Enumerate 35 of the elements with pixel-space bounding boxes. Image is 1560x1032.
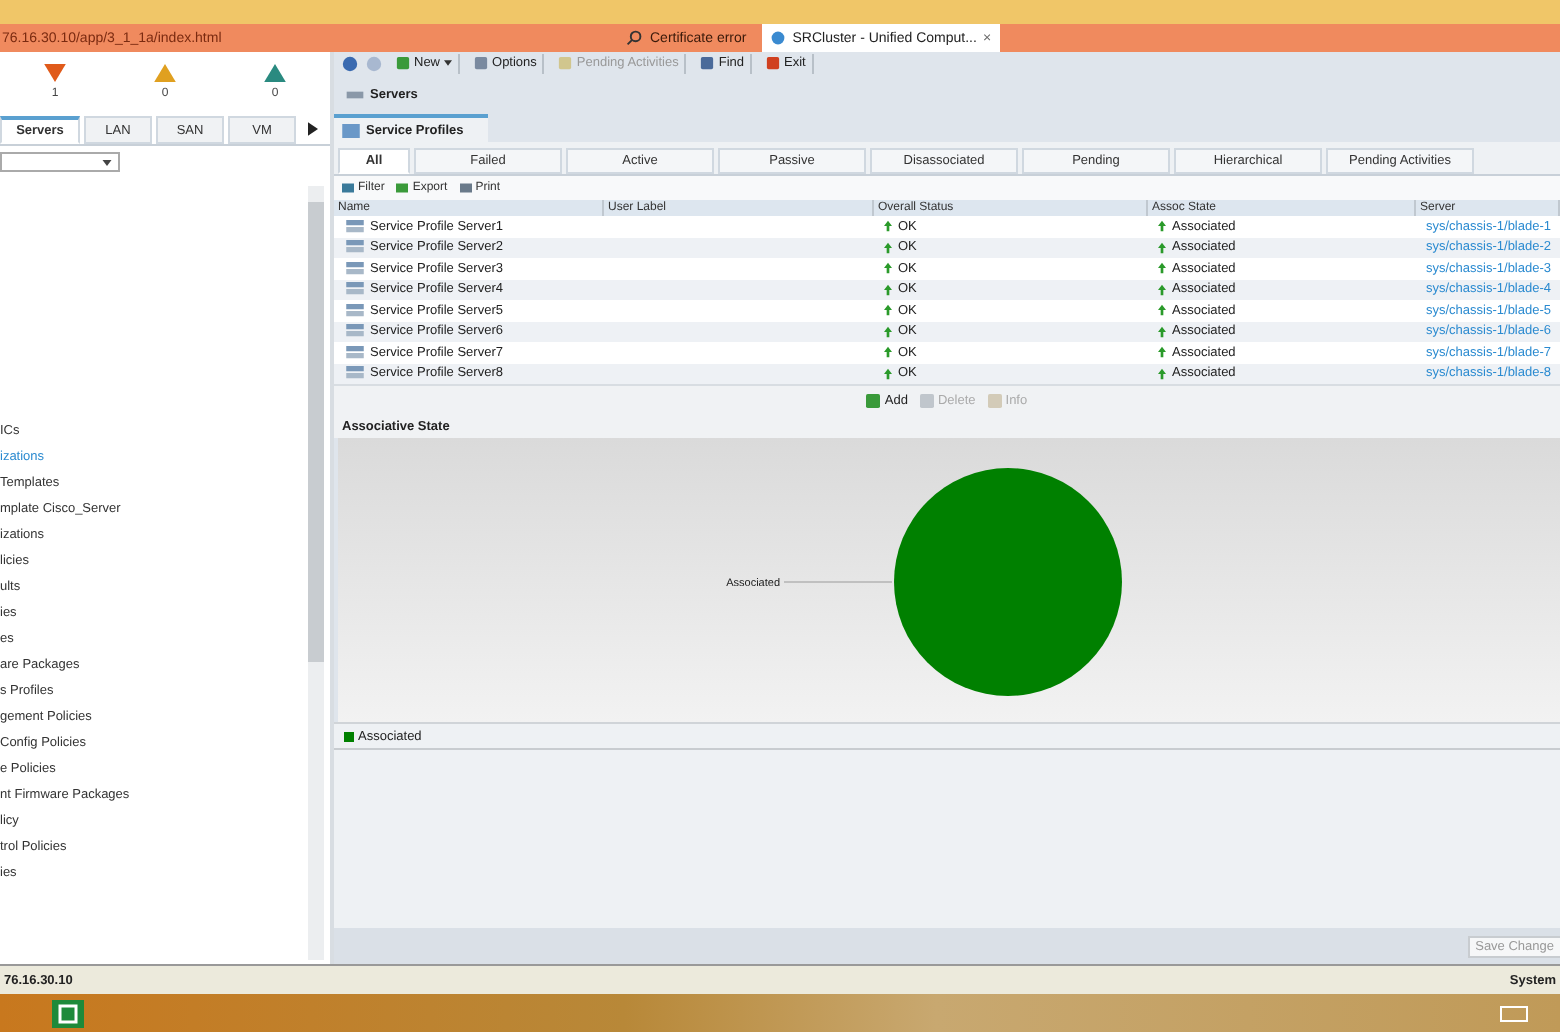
leader-line xyxy=(782,581,892,583)
search-icon[interactable] xyxy=(626,30,642,46)
toolbar-icon xyxy=(396,56,410,70)
row-action-icon xyxy=(866,394,881,408)
app-icon[interactable] xyxy=(52,999,84,1027)
globe-icon xyxy=(770,30,787,46)
keyboard-icon[interactable] xyxy=(1500,1005,1528,1021)
toolbar-icon xyxy=(474,56,489,70)
server-icon xyxy=(346,303,364,318)
action-icon xyxy=(396,182,409,194)
toolbar-icon xyxy=(558,56,573,70)
toolbar-icon xyxy=(766,56,781,70)
server-icon xyxy=(346,89,364,99)
action-icon xyxy=(459,182,472,194)
toolbar-icon xyxy=(700,56,715,70)
caret-icon xyxy=(102,159,112,165)
warning-triangle-icon[interactable] xyxy=(154,64,176,82)
server-icon xyxy=(346,345,364,360)
back-icon[interactable] xyxy=(342,55,358,71)
filter-dropdown[interactable] xyxy=(0,152,120,172)
server-icon xyxy=(346,324,364,339)
server-icon xyxy=(346,219,364,234)
server-icon xyxy=(346,240,364,255)
fault-triangle-icon[interactable] xyxy=(44,64,66,82)
warning-triangle-icon[interactable] xyxy=(264,64,286,82)
server-icon xyxy=(346,282,364,297)
row-action-icon xyxy=(919,394,934,408)
row-action-icon xyxy=(987,394,1002,408)
server-icon xyxy=(346,366,364,381)
action-icon xyxy=(342,182,354,194)
caret-icon xyxy=(444,60,453,66)
server-icon xyxy=(346,261,364,276)
profiles-icon xyxy=(342,123,360,137)
scroll-right-icon[interactable] xyxy=(308,122,318,136)
scrollbar[interactable] xyxy=(308,186,324,960)
